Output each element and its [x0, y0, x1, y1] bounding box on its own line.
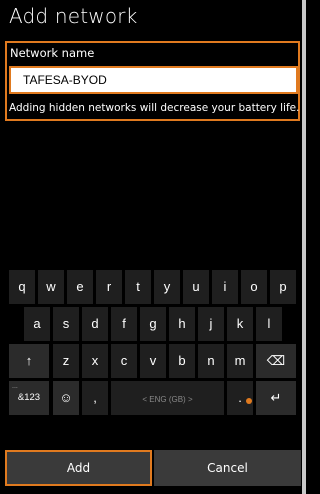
key-z[interactable]: z	[53, 344, 79, 378]
network-name-input[interactable]: TAFESA-BYOD	[9, 66, 298, 94]
key-t[interactable]: t	[125, 270, 151, 304]
numbers-key-sub: ...	[12, 383, 18, 390]
shift-key[interactable]: ↑	[9, 344, 49, 378]
key-c[interactable]: c	[111, 344, 137, 378]
cancel-button[interactable]: Cancel	[154, 450, 301, 486]
key-l[interactable]: l	[256, 307, 282, 341]
key-s[interactable]: s	[53, 307, 79, 341]
action-bar: Add Cancel	[5, 450, 301, 486]
screen-edge	[302, 0, 306, 494]
key-p[interactable]: p	[270, 270, 296, 304]
key-n[interactable]: n	[198, 344, 224, 378]
key-k[interactable]: k	[227, 307, 253, 341]
key-u[interactable]: u	[183, 270, 209, 304]
add-button[interactable]: Add	[5, 450, 152, 486]
key-v[interactable]: v	[140, 344, 166, 378]
key-h[interactable]: h	[169, 307, 195, 341]
key-e[interactable]: e	[67, 270, 93, 304]
key-i[interactable]: i	[212, 270, 238, 304]
key-q[interactable]: q	[9, 270, 35, 304]
comma-key[interactable]: ,	[82, 381, 108, 415]
emoji-key[interactable]: ☺	[53, 381, 79, 415]
numbers-key-label: &123	[17, 392, 41, 403]
key-a[interactable]: a	[24, 307, 50, 341]
key-m[interactable]: m	[227, 344, 253, 378]
page-title: Add network	[9, 4, 138, 28]
key-g[interactable]: g	[140, 307, 166, 341]
enter-key[interactable]: ↵	[256, 381, 296, 415]
battery-hint-text: Adding hidden networks will decrease you…	[9, 102, 300, 114]
language-label: < ENG (GB) >	[142, 395, 193, 404]
key-o[interactable]: o	[241, 270, 267, 304]
key-f[interactable]: f	[111, 307, 137, 341]
numbers-key[interactable]: ... &123	[9, 381, 49, 415]
key-x[interactable]: x	[82, 344, 108, 378]
key-j[interactable]: j	[198, 307, 224, 341]
touch-indicator-dot	[246, 398, 252, 404]
key-w[interactable]: w	[38, 270, 64, 304]
key-r[interactable]: r	[96, 270, 122, 304]
key-y[interactable]: y	[154, 270, 180, 304]
add-network-screen: Add network Network name TAFESA-BYOD Add…	[0, 0, 302, 494]
network-name-label: Network name	[10, 46, 95, 60]
key-b[interactable]: b	[169, 344, 195, 378]
key-d[interactable]: d	[82, 307, 108, 341]
space-key[interactable]: < ENG (GB) >	[111, 381, 224, 415]
backspace-key[interactable]: ⌫	[256, 344, 296, 378]
